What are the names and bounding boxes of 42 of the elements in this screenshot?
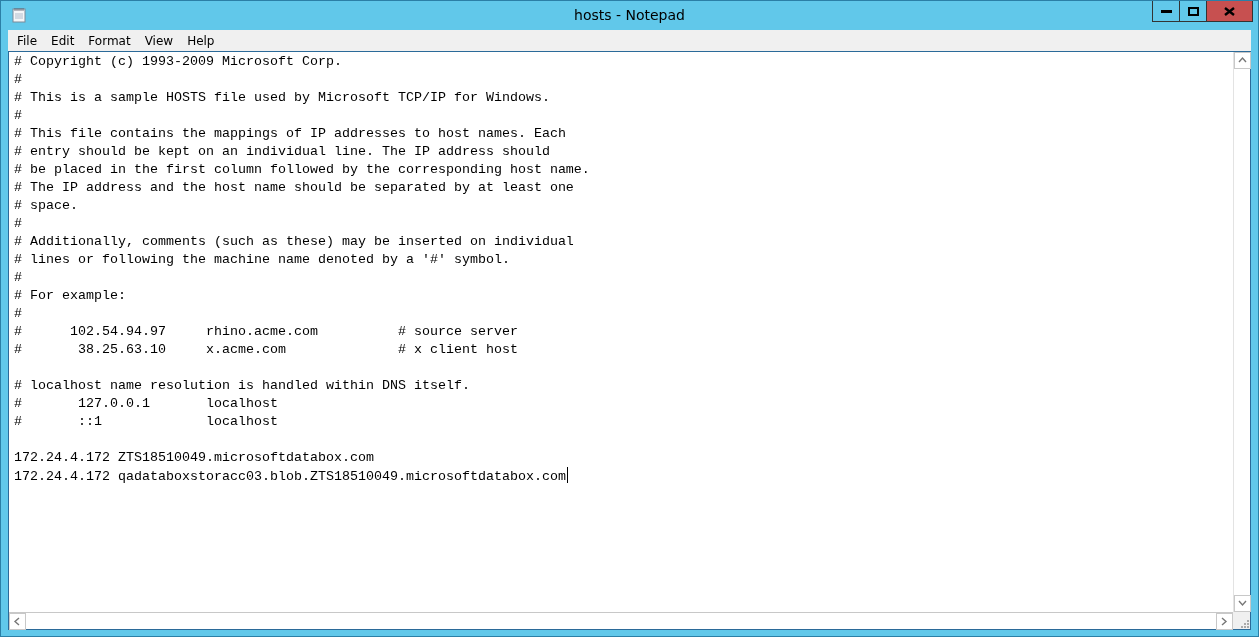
resize-grip-icon[interactable] (1238, 617, 1250, 629)
chevron-up-icon (1238, 56, 1247, 65)
text-line: # This is a sample HOSTS file used by Microsoft TCP/IP for Windows. (14, 89, 550, 107)
text-line: # Copyright (c) 1993-2009 Microsoft Corp. (14, 53, 342, 71)
scroll-down-button[interactable] (1234, 595, 1251, 612)
text-line: # For example: (14, 287, 126, 305)
menu-item[interactable]: File (10, 31, 45, 50)
text-line: # localhost name resolution is handled within DNS itself. (14, 377, 470, 395)
chevron-down-icon (1238, 599, 1247, 608)
text-line: # 38.25.63.10 x.acme.com # x client host (14, 341, 518, 359)
close-icon (1224, 6, 1235, 16)
scroll-left-button[interactable] (9, 613, 26, 630)
menu-item[interactable]: Edit (44, 31, 82, 50)
text-line: 172.24.4.172 ZTS18510049.microsoftdatabox.com (14, 449, 374, 467)
text-line: # (14, 107, 22, 125)
text-line: # entry should be kept on an individual line. The IP address should (14, 143, 550, 161)
menu-item[interactable]: View (137, 31, 181, 50)
chevron-right-icon (1220, 617, 1229, 626)
minimize-icon (1160, 9, 1172, 13)
text-line: # (14, 215, 22, 233)
close-button[interactable] (1207, 1, 1252, 21)
text-line: 172.24.4.172 qadataboxstoracc03.blob.ZTS18510049.microsoftdatabox.com (14, 467, 568, 486)
text-line: # This file contains the mappings of IP addresses to host names. Each (14, 125, 566, 143)
scroll-up-button[interactable] (1234, 52, 1251, 69)
notepad-icon (12, 7, 26, 23)
window-title: hosts - Notepad (574, 7, 685, 23)
maximize-icon (1187, 6, 1199, 16)
text-line: # (14, 305, 22, 323)
text-line: # 102.54.94.97 rhino.acme.com # source server (14, 323, 518, 341)
menu-item[interactable]: Help (180, 31, 222, 50)
text-line: # (14, 71, 22, 89)
text-line: # ::1 localhost (14, 413, 278, 431)
text-line: # The IP address and the host name should be separated by at least one (14, 179, 574, 197)
text-line: # 127.0.0.1 localhost (14, 395, 278, 413)
scroll-right-button[interactable] (1216, 613, 1233, 630)
text-line: # (14, 269, 22, 287)
text-line: # be placed in the first column followed by the corresponding host name. (14, 161, 590, 179)
text-line: # space. (14, 197, 78, 215)
chevron-left-icon (13, 617, 22, 626)
text-line: # Additionally, comments (such as these) may be inserted on individual (14, 233, 574, 251)
text-line: # lines or following the machine name denoted by a '#' symbol. (14, 251, 510, 269)
menu-item[interactable]: Format (81, 31, 138, 50)
